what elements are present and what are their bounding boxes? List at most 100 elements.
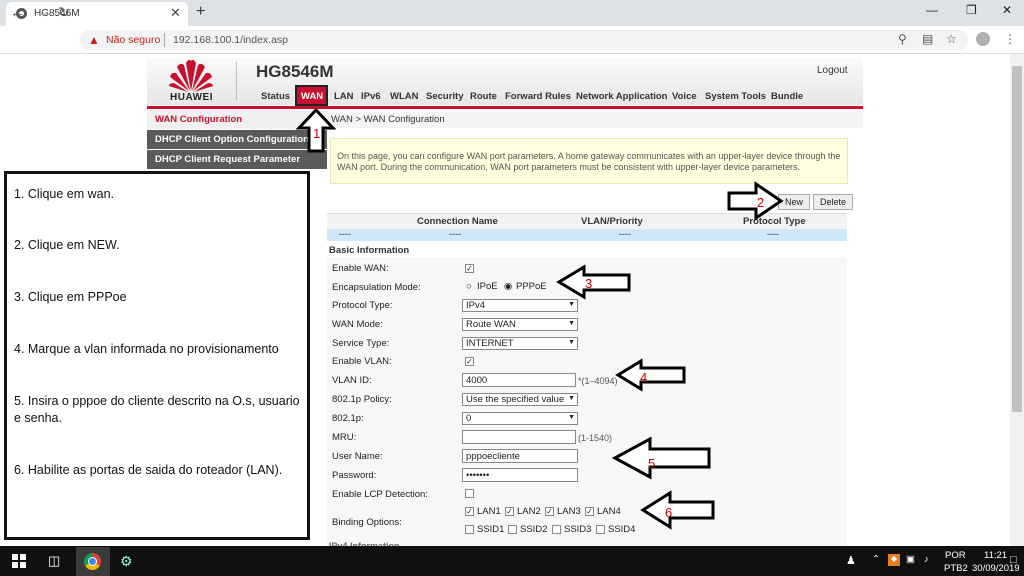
ssid3-label: SSID3 (564, 524, 592, 535)
radio-ipoe[interactable]: ○ (466, 281, 472, 292)
reload-icon[interactable]: ↻ (58, 4, 70, 21)
warning-icon[interactable]: ▲ (88, 33, 100, 47)
task-view-icon[interactable]: ◫ (48, 553, 60, 569)
vlan-id-input[interactable]: 4000 (462, 373, 576, 387)
forward-icon[interactable]: → (34, 4, 49, 21)
huawei-logo-icon (169, 59, 213, 92)
menu-forward-rules[interactable]: Forward Rules (505, 91, 571, 102)
menu-wan[interactable]: WAN (295, 85, 328, 106)
vlan-id-hint: *(1–4094) (578, 376, 618, 386)
radio-ipoe-label: IPoE (477, 281, 498, 292)
label-binding: Binding Options: (332, 517, 402, 528)
radio-pppoe-label: PPPoE (516, 281, 547, 292)
table-cell: ---- (339, 229, 351, 239)
left-arrow-icon (615, 358, 686, 392)
menu-dots-icon[interactable]: ⋮ (1004, 32, 1016, 46)
password-input[interactable]: ••••••• (462, 468, 578, 482)
ssid2-checkbox[interactable] (508, 525, 517, 534)
translate-icon[interactable]: ▤ (922, 32, 933, 46)
volume-icon[interactable]: ♪ (924, 554, 929, 565)
people-icon[interactable]: ♟ (846, 554, 856, 567)
lan1-checkbox[interactable]: ✓ (465, 507, 474, 516)
chrome-icon (84, 553, 101, 570)
priority-select[interactable]: 0 (462, 412, 578, 425)
table-row[interactable]: ---- ---- ---- ---- (327, 229, 847, 241)
scrollbar-thumb[interactable] (1012, 66, 1022, 412)
table-cell: ---- (767, 229, 779, 239)
menu-status[interactable]: Status (261, 91, 290, 102)
arrow-number-5: 5 (648, 456, 656, 471)
menu-network-application[interactable]: Network Application (576, 91, 668, 102)
taskbar-app-icon[interactable]: ⚙ (120, 553, 133, 570)
star-icon[interactable]: ☆ (946, 32, 957, 46)
menu-system-tools[interactable]: System Tools (705, 91, 766, 102)
instruction-step-3: 3. Clique em PPPoe (14, 290, 127, 304)
arrow-number-4: 4 (640, 370, 648, 385)
instruction-step-4: 4. Marque a vlan informada no provisiona… (14, 342, 279, 356)
mru-input[interactable] (462, 430, 576, 444)
brand-name: HUAWEI (170, 92, 213, 103)
url-text[interactable]: 192.168.100.1/index.asp (173, 34, 288, 46)
ssid1-checkbox[interactable] (465, 525, 474, 534)
delete-button[interactable]: Delete (813, 194, 854, 210)
tab-close-icon[interactable]: ✕ (170, 5, 181, 21)
tray-chevron-icon[interactable]: ⌃ (872, 554, 880, 565)
tray-app-icon[interactable]: ◆ (888, 554, 900, 566)
section-title-basic: Basic Information (329, 245, 410, 256)
menu-bundle[interactable]: Bundle (771, 91, 803, 102)
label-encapsulation: Encapsulation Mode: (332, 282, 421, 293)
menu-ipv6[interactable]: IPv6 (361, 91, 381, 102)
profile-avatar[interactable] (976, 32, 990, 46)
lan3-label: LAN3 (557, 506, 581, 517)
back-icon[interactable]: ← (10, 4, 25, 21)
new-tab-button[interactable]: + (196, 3, 205, 21)
info-notice: On this page, you can configure WAN port… (330, 138, 848, 184)
username-input[interactable]: pppoecliente (462, 449, 578, 463)
menu-wan-label: WAN (301, 91, 324, 102)
label-enable-vlan: Enable VLAN: (332, 356, 392, 367)
arrow-number-3: 3 (585, 276, 593, 291)
radio-pppoe[interactable]: ◉ (504, 281, 512, 292)
network-icon[interactable]: ▣ (906, 554, 915, 565)
menu-lan[interactable]: LAN (334, 91, 354, 102)
notification-icon[interactable]: □ (1010, 554, 1017, 566)
ssid4-checkbox[interactable] (596, 525, 605, 534)
keyboard-layout[interactable]: PTB2 (944, 563, 968, 574)
maximize-button[interactable]: ❐ (966, 3, 977, 17)
ssid3-checkbox[interactable] (552, 525, 561, 534)
lcp-checkbox[interactable] (465, 489, 474, 498)
key-icon[interactable]: ⚲ (898, 32, 907, 46)
enable-vlan-checkbox[interactable]: ✓ (465, 357, 474, 366)
menu-wlan[interactable]: WLAN (390, 91, 419, 102)
close-window-button[interactable]: ✕ (1002, 3, 1012, 17)
right-arrow-icon (727, 181, 784, 221)
table-cell: ---- (449, 229, 461, 239)
policy-select[interactable]: Use the specified value (462, 393, 578, 406)
minimize-button[interactable]: — (926, 3, 938, 17)
taskbar (0, 546, 1024, 576)
enable-wan-checkbox[interactable]: ✓ (465, 264, 474, 273)
logout-link[interactable]: Logout (817, 65, 848, 76)
lan2-checkbox[interactable]: ✓ (505, 507, 514, 516)
left-arrow-icon (556, 264, 631, 300)
menu-security[interactable]: Security (426, 91, 464, 102)
lan3-checkbox[interactable]: ✓ (545, 507, 554, 516)
instruction-step-2: 2. Clique em NEW. (14, 238, 120, 252)
label-service-type: Service Type: (332, 338, 390, 349)
label-username: User Name: (332, 451, 383, 462)
lan4-checkbox[interactable]: ✓ (585, 507, 594, 516)
form-panel (327, 257, 847, 547)
language-indicator[interactable]: POR (945, 550, 966, 561)
menu-voice[interactable]: Voice (672, 91, 697, 102)
ssid4-label: SSID4 (608, 524, 636, 535)
col-connection-name: Connection Name (417, 216, 498, 227)
clock-time[interactable]: 11:21 (984, 550, 1007, 561)
windows-start-icon[interactable] (12, 554, 26, 568)
label-8021p: 802.1p: (332, 413, 364, 424)
breadcrumb: WAN > WAN Configuration (327, 111, 863, 128)
menu-route[interactable]: Route (470, 91, 497, 102)
security-label[interactable]: Não seguro (106, 34, 160, 46)
protocol-type-select[interactable]: IPv4 (462, 299, 578, 312)
service-type-select[interactable]: INTERNET (462, 337, 578, 350)
wan-mode-select[interactable]: Route WAN (462, 318, 578, 331)
